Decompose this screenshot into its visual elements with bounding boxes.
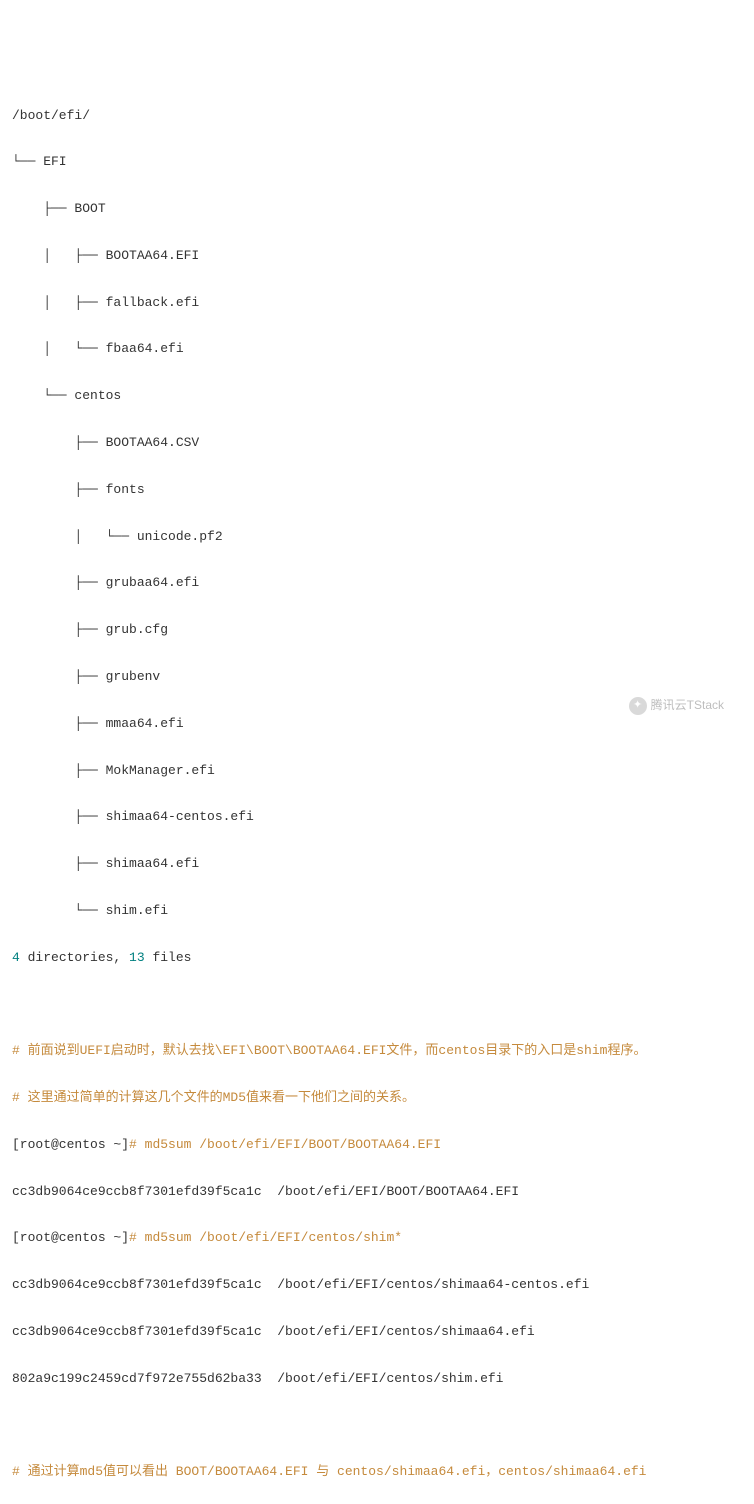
output-line: cc3db9064ce9ccb8f7301efd39f5ca1c /boot/e… — [12, 1180, 742, 1203]
tree-boot-file: │ └── fbaa64.efi — [12, 337, 742, 360]
comment-line: # 通过计算md5值可以看出 BOOT/BOOTAA64.EFI 与 cento… — [12, 1460, 742, 1483]
summary-text: directories, — [20, 950, 129, 965]
watermark-text: 腾讯云TStack — [651, 695, 724, 717]
tree-root: /boot/efi/ — [12, 104, 742, 127]
prompt-line: [root@centos ~]# md5sum /boot/efi/EFI/ce… — [12, 1226, 742, 1249]
comment-line: # 前面说到UEFI启动时，默认去找\EFI\BOOT\BOOTAA64.EFI… — [12, 1039, 742, 1062]
tree-efi: └── EFI — [12, 150, 742, 173]
prompt-host: [root@centos ~] — [12, 1137, 129, 1152]
tree-centos-file: └── shim.efi — [12, 899, 742, 922]
blank-line — [12, 992, 742, 1015]
tree-centos-file: ├── BOOTAA64.CSV — [12, 431, 742, 454]
file-count: 13 — [129, 950, 145, 965]
wechat-icon: ✦ — [629, 697, 647, 715]
tree-centos-file: │ └── unicode.pf2 — [12, 525, 742, 548]
tree-centos: └── centos — [12, 384, 742, 407]
tree-centos-file: ├── grub.cfg — [12, 618, 742, 641]
tree-centos-file: ├── MokManager.efi — [12, 759, 742, 782]
prompt-line: [root@centos ~]# md5sum /boot/efi/EFI/BO… — [12, 1133, 742, 1156]
tree-centos-file: ├── fonts — [12, 478, 742, 501]
output-line: cc3db9064ce9ccb8f7301efd39f5ca1c /boot/e… — [12, 1320, 742, 1343]
output-line: cc3db9064ce9ccb8f7301efd39f5ca1c /boot/e… — [12, 1273, 742, 1296]
dir-count: 4 — [12, 950, 20, 965]
prompt-cmd: md5sum /boot/efi/EFI/centos/shim* — [145, 1230, 402, 1245]
tree-centos-file: ├── grubaa64.efi — [12, 571, 742, 594]
tree-boot-file: │ ├── BOOTAA64.EFI — [12, 244, 742, 267]
tree-summary: 4 directories, 13 files — [12, 946, 742, 969]
watermark: ✦ 腾讯云TStack — [629, 695, 724, 717]
blank-line — [12, 1413, 742, 1436]
tree-centos-file: ├── shimaa64-centos.efi — [12, 805, 742, 828]
tree-centos-file: ├── grubenv — [12, 665, 742, 688]
prompt-host: [root@centos ~] — [12, 1230, 129, 1245]
comment-line: # 这里通过简单的计算这几个文件的MD5值来看一下他们之间的关系。 — [12, 1086, 742, 1109]
tree-boot-file: │ ├── fallback.efi — [12, 291, 742, 314]
summary-tail: files — [145, 950, 192, 965]
output-line: 802a9c199c2459cd7f972e755d62ba33 /boot/e… — [12, 1367, 742, 1390]
prompt-hash: # — [129, 1137, 145, 1152]
prompt-hash: # — [129, 1230, 145, 1245]
tree-boot: ├── BOOT — [12, 197, 742, 220]
prompt-cmd: md5sum /boot/efi/EFI/BOOT/BOOTAA64.EFI — [145, 1137, 441, 1152]
tree-centos-file: ├── shimaa64.efi — [12, 852, 742, 875]
